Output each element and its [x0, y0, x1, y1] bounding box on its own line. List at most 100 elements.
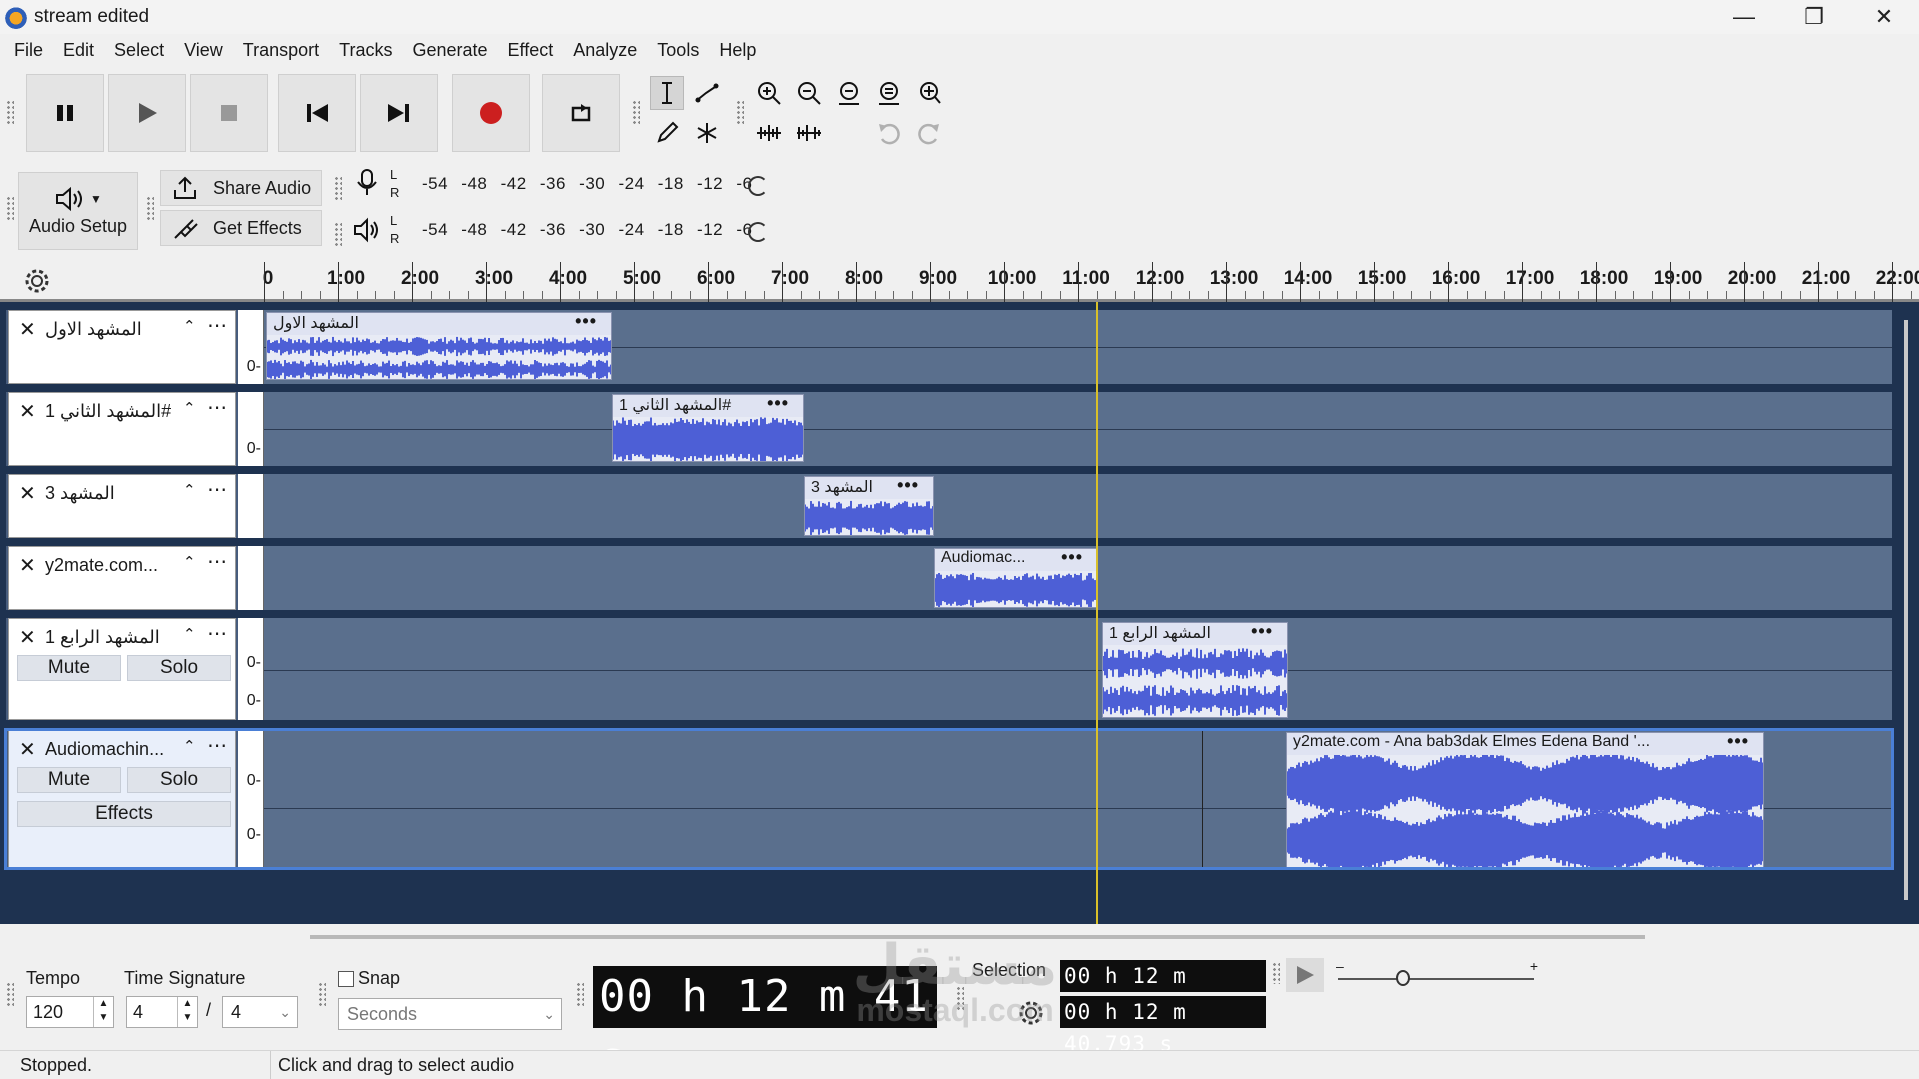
track-lane[interactable]: 3 المشهد •••	[264, 474, 1892, 538]
menu-select[interactable]: Select	[104, 40, 174, 61]
redo-button[interactable]	[912, 116, 946, 150]
track-lane[interactable]: Audiomac... •••	[264, 546, 1892, 610]
snap-checkbox[interactable]	[338, 970, 354, 987]
close-icon[interactable]: ✕	[19, 625, 36, 650]
playback-speed-slider[interactable]: – +	[1334, 958, 1540, 994]
track-lane[interactable]: المشهد الاول •••	[264, 310, 1892, 384]
restore-button[interactable]: ❐	[1779, 0, 1849, 34]
spin-arrows-icon[interactable]: ▲ ▼	[93, 997, 113, 1027]
play-at-speed-button[interactable]	[1286, 958, 1324, 992]
collapse-icon[interactable]: ⌃	[183, 317, 196, 335]
snap-unit-select[interactable]: Seconds ⌄	[338, 998, 562, 1030]
track-name[interactable]: 3 المشهد	[45, 483, 115, 504]
toolbar-grip[interactable]	[334, 222, 342, 248]
more-icon[interactable]: •••	[767, 395, 789, 414]
toolbar-grip[interactable]	[632, 100, 640, 126]
track-control-panel[interactable]: ✕ 1 المشهد الثاني# ⌃ ⋯	[8, 392, 236, 466]
selection-tool[interactable]	[650, 76, 684, 110]
track-control-panel[interactable]: ✕ 3 المشهد ⌃ ⋯	[8, 474, 236, 538]
loop-button[interactable]	[542, 74, 620, 152]
menu-transport[interactable]: Transport	[233, 40, 329, 61]
audio-setup-button[interactable]: ▼ Audio Setup	[18, 172, 138, 250]
solo-button[interactable]: Solo	[127, 655, 231, 681]
more-icon[interactable]: •••	[897, 477, 919, 496]
zoom-toggle-button[interactable]	[912, 76, 946, 110]
timeline-ruler[interactable]: 0 1:00 2:00 3:00 4:00 5:00 6:00 7:00 8:00 9:00 10:…	[0, 262, 1919, 302]
menu-help[interactable]: Help	[709, 40, 766, 61]
collapse-icon[interactable]: ⌃	[183, 553, 196, 571]
track-lane[interactable]: 1 المشهد الثاني# •••	[264, 392, 1892, 466]
toolbar-grip[interactable]	[736, 100, 744, 126]
get-effects-button[interactable]: Get Effects	[160, 210, 322, 246]
track-control-panel[interactable]: ✕ المشهد الاول ⌃ ⋯	[8, 310, 236, 384]
track[interactable]: ✕ المشهد الاول ⌃ ⋯ 0- المشهد الاول •••	[6, 310, 1892, 384]
close-icon[interactable]: ✕	[19, 399, 36, 424]
audio-clip[interactable]: Audiomac... •••	[934, 548, 1098, 608]
menu-file[interactable]: File	[4, 40, 53, 61]
vertical-scrollbar[interactable]	[1904, 320, 1908, 900]
skip-end-button[interactable]	[360, 74, 438, 152]
snap-toggle[interactable]: Snap	[338, 968, 400, 989]
clip-title[interactable]: 3 المشهد •••	[805, 477, 933, 499]
fit-selection-button[interactable]	[832, 76, 866, 110]
toolbar-grip[interactable]	[1272, 962, 1280, 984]
track-control-panel[interactable]: ✕ y2mate.com... ⌃ ⋯	[8, 546, 236, 610]
toolbar-grip[interactable]	[146, 196, 154, 222]
time-signature-denominator[interactable]: 4 ⌄	[222, 996, 298, 1028]
share-audio-button[interactable]: Share Audio	[160, 170, 322, 206]
track[interactable]: ✕ y2mate.com... ⌃ ⋯ Audiomac... •••	[6, 546, 1892, 610]
record-meter[interactable]: L R -54 -48 -42 -36 -30 -24 -18 -12 -6	[350, 166, 768, 206]
track-control-panel[interactable]: ✕ 1 المشهد الرابع ⌃ ⋯ Mute Solo	[8, 618, 236, 720]
minimize-button[interactable]: —	[1709, 0, 1779, 34]
envelope-tool[interactable]	[690, 76, 724, 110]
stop-button[interactable]	[190, 74, 268, 152]
toolbar-grip[interactable]	[6, 196, 14, 222]
level-gauge-icon[interactable]	[748, 176, 768, 196]
gear-icon[interactable]	[24, 268, 50, 294]
selection-start-field[interactable]: 00 h 12 m 40.793 s	[1060, 960, 1266, 1020]
more-icon[interactable]: ⋯	[207, 313, 228, 338]
slider-thumb[interactable]	[1396, 970, 1410, 986]
more-icon[interactable]: ⋯	[207, 549, 228, 574]
collapse-icon[interactable]: ⌃	[183, 399, 196, 417]
menu-analyze[interactable]: Analyze	[563, 40, 647, 61]
playback-meter[interactable]: L R -54 -48 -42 -36 -30 -24 -18 -12 -6	[350, 212, 768, 252]
track[interactable]: ✕ 1 المشهد الرابع ⌃ ⋯ Mute Solo 0- 0- 1 …	[6, 618, 1892, 720]
collapse-icon[interactable]: ⌃	[183, 625, 196, 643]
clip-title[interactable]: 1 المشهد الثاني# •••	[613, 395, 803, 417]
close-icon[interactable]: ✕	[19, 553, 36, 578]
audio-clip[interactable]: المشهد الاول •••	[266, 312, 612, 380]
multi-tool[interactable]	[690, 116, 724, 150]
track-lane[interactable]: 1 المشهد الرابع •••	[264, 618, 1892, 720]
more-icon[interactable]: ⋯	[207, 621, 228, 646]
more-icon[interactable]: •••	[1251, 623, 1273, 642]
menu-effect[interactable]: Effect	[498, 40, 564, 61]
audio-clip[interactable]: 1 المشهد الثاني# •••	[612, 394, 804, 462]
selection-end-field[interactable]: 00 h 12 m 40.793 s	[1060, 996, 1266, 1056]
track[interactable]: ✕ 1 المشهد الثاني# ⌃ ⋯ 0- 1 المشهد الثان…	[6, 392, 1892, 466]
more-icon[interactable]: •••	[1061, 549, 1083, 568]
silence-button[interactable]	[792, 116, 826, 150]
clip-title[interactable]: Audiomac... •••	[935, 549, 1097, 571]
level-gauge-icon[interactable]	[748, 222, 768, 242]
menu-tracks[interactable]: Tracks	[329, 40, 402, 61]
time-signature-numerator[interactable]: 4 ▲ ▼	[126, 996, 198, 1028]
menu-view[interactable]: View	[174, 40, 233, 61]
toolbar-grip[interactable]	[6, 982, 14, 1008]
trim-button[interactable]	[752, 116, 786, 150]
more-icon[interactable]: •••	[575, 313, 597, 332]
track-name[interactable]: 1 المشهد الرابع	[45, 627, 160, 648]
close-icon[interactable]: ✕	[19, 317, 36, 342]
audio-clip[interactable]: 3 المشهد •••	[804, 476, 934, 536]
collapse-icon[interactable]: ⌃	[183, 481, 196, 499]
close-icon[interactable]: ✕	[19, 481, 36, 506]
track-name[interactable]: المشهد الاول	[45, 319, 142, 340]
menu-tools[interactable]: Tools	[647, 40, 709, 61]
track-name[interactable]: y2mate.com...	[45, 555, 158, 576]
menu-edit[interactable]: Edit	[53, 40, 104, 61]
spin-arrows-icon[interactable]: ▲ ▼	[177, 997, 197, 1027]
menu-generate[interactable]: Generate	[402, 40, 497, 61]
track-name[interactable]: 1 المشهد الثاني#	[45, 401, 171, 422]
zoom-in-button[interactable]	[752, 76, 786, 110]
draw-tool[interactable]	[650, 116, 684, 150]
